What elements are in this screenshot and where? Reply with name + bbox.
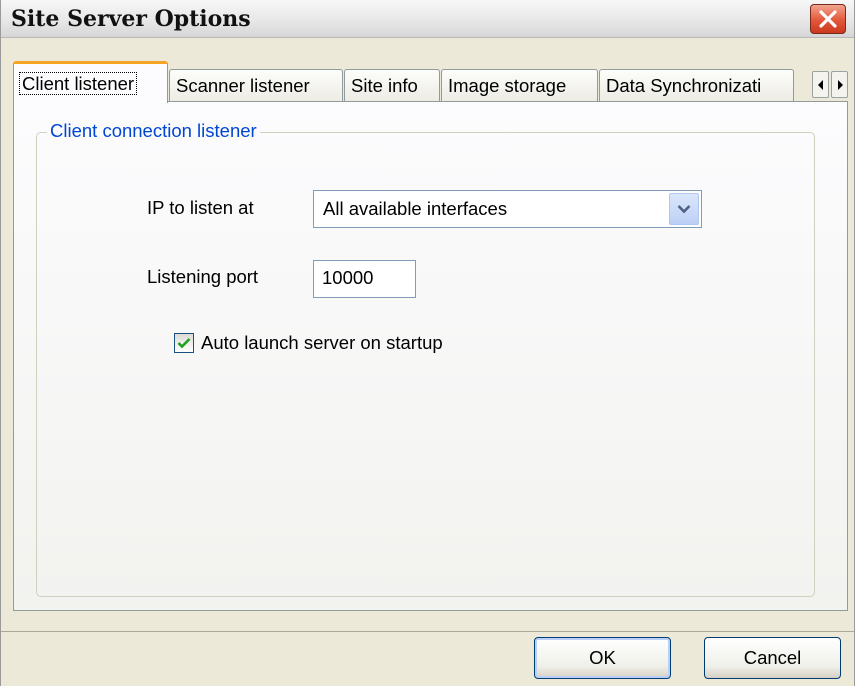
chevron-down-icon — [677, 205, 691, 214]
window-title: Site Server Options — [11, 6, 251, 32]
autolaunch-row[interactable]: Auto launch server on startup — [174, 332, 443, 354]
client-listener-page: Client connection listener IP to listen … — [13, 101, 848, 611]
arrow-right-icon — [837, 79, 843, 90]
ok-button[interactable]: OK — [534, 637, 671, 679]
footer-divider — [1, 631, 854, 632]
port-input[interactable]: 10000 — [313, 260, 416, 298]
tab-label: Data Synchronizati — [606, 75, 762, 96]
tab-client-listener[interactable]: Client listener — [13, 61, 168, 103]
ip-select[interactable]: All available interfaces — [313, 190, 702, 228]
close-icon — [819, 10, 837, 28]
autolaunch-checkbox[interactable] — [174, 333, 194, 353]
tab-label: Scanner listener — [176, 75, 310, 96]
client-connection-groupbox: Client connection listener IP to listen … — [36, 120, 815, 597]
check-icon — [177, 338, 191, 349]
close-button[interactable] — [810, 4, 846, 34]
tab-strip: Client listener Scanner listener Site in… — [13, 61, 848, 103]
tab-data-synchronization[interactable]: Data Synchronizati — [599, 69, 794, 102]
tab-scroll-right-button[interactable] — [831, 71, 848, 98]
tab-label: Site info — [351, 75, 418, 96]
tab-label: Client listener — [19, 72, 138, 95]
title-bar: Site Server Options — [1, 0, 854, 38]
ip-dropdown-button[interactable] — [669, 193, 699, 225]
tab-label: Image storage — [448, 75, 567, 96]
cancel-button[interactable]: Cancel — [704, 637, 841, 679]
tab-image-storage[interactable]: Image storage — [441, 69, 598, 102]
port-label: Listening port — [147, 266, 259, 287]
site-server-options-dialog: Site Server Options Client listener Scan… — [0, 0, 855, 686]
arrow-left-icon — [817, 79, 823, 90]
tab-scroll-arrows — [812, 71, 848, 99]
ip-select-value: All available interfaces — [323, 198, 508, 219]
tab-scroll-left-button[interactable] — [812, 71, 829, 98]
tab-scanner-listener[interactable]: Scanner listener — [169, 69, 343, 102]
groupbox-legend: Client connection listener — [47, 120, 260, 142]
ip-label: IP to listen at — [147, 197, 254, 218]
tab-site-info[interactable]: Site info — [344, 69, 440, 102]
autolaunch-label: Auto launch server on startup — [201, 332, 443, 353]
